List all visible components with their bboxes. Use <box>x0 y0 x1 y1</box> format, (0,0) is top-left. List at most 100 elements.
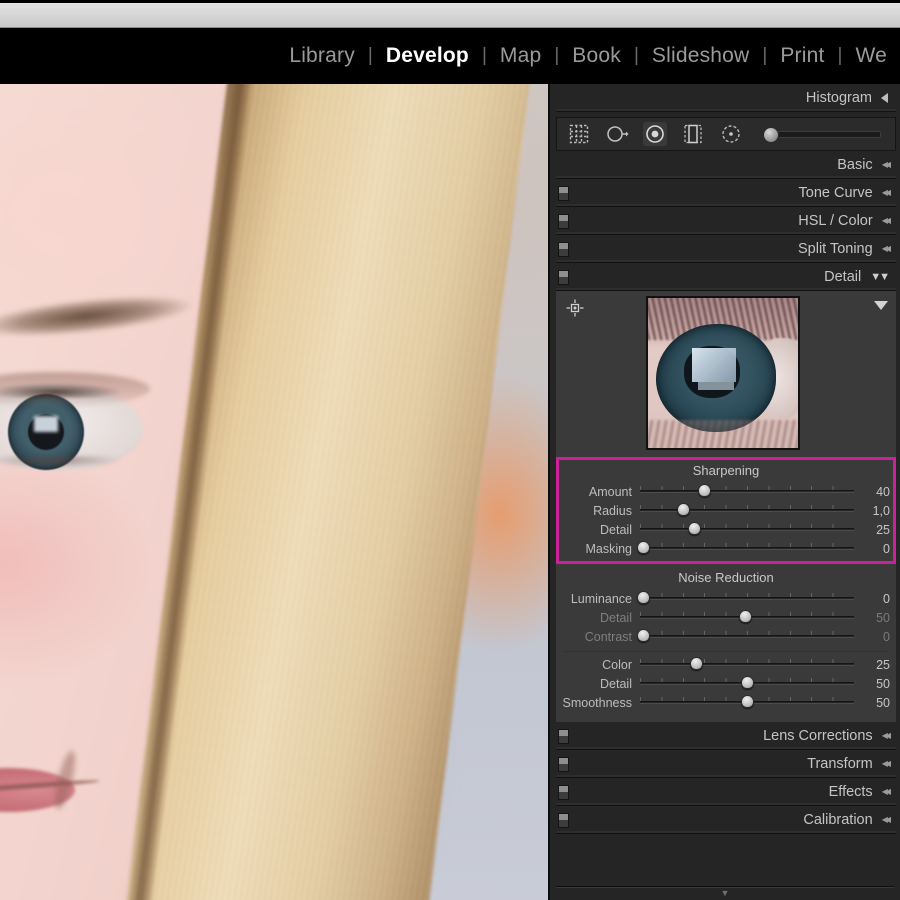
slider-row-smoothness[interactable]: Smoothness 50 <box>556 693 896 712</box>
slider-track-wrap[interactable] <box>637 539 854 558</box>
panel-switch-detail[interactable] <box>558 270 569 285</box>
slider-row-amount[interactable]: Amount 40 <box>556 482 896 501</box>
crop-overlay-tool[interactable] <box>567 122 591 146</box>
slider-track[interactable] <box>640 528 854 531</box>
panel-collapse-chevron[interactable]: ▼ <box>550 888 900 898</box>
chevron-collapsed-icon[interactable]: ◀◀ <box>882 216 891 225</box>
panel-switch-effects[interactable] <box>558 785 569 800</box>
chevron-collapsed-icon[interactable]: ◀◀ <box>882 759 891 768</box>
panel-header-basic[interactable]: Basic ◀◀ <box>556 151 896 179</box>
slider-track-wrap[interactable] <box>637 627 854 646</box>
slider-track-wrap[interactable] <box>640 608 854 627</box>
brush-slider-track[interactable] <box>775 131 881 138</box>
module-develop[interactable]: Develop <box>373 44 482 68</box>
slider-track[interactable] <box>640 635 854 638</box>
slider-row-masking[interactable]: Masking 0 <box>556 539 896 558</box>
slider-track[interactable] <box>640 597 854 600</box>
panel-label-transform: Transform <box>807 755 873 772</box>
chevron-collapsed-icon[interactable]: ◀◀ <box>882 244 891 253</box>
slider-row-contrast[interactable]: Contrast 0 <box>556 627 896 646</box>
image-preview-area[interactable] <box>0 84 548 900</box>
slider-track[interactable] <box>640 547 854 550</box>
slider-knob-detail[interactable] <box>687 522 701 535</box>
module-picker-bar: Library | Develop | Map | Book | Slideshow | Print… <box>0 28 900 84</box>
slider-track-wrap[interactable] <box>640 482 854 501</box>
module-book[interactable]: Book <box>559 44 634 68</box>
module-map[interactable]: Map <box>487 44 554 68</box>
slider-value-luminance[interactable]: 0 <box>854 592 890 606</box>
slider-track-wrap[interactable] <box>640 520 854 539</box>
slider-knob-radius[interactable] <box>676 503 690 516</box>
chevron-down-icon[interactable]: ▼▼ <box>870 271 890 283</box>
slider-value-smoothness[interactable]: 50 <box>854 696 890 710</box>
panel-switch-calibration[interactable] <box>558 813 569 828</box>
slider-value-masking[interactable]: 0 <box>854 542 890 556</box>
slider-knob-color[interactable] <box>689 657 703 670</box>
panel-switch-transform[interactable] <box>558 757 569 772</box>
triangle-left-icon[interactable] <box>881 92 888 103</box>
slider-value-color[interactable]: 25 <box>854 658 890 672</box>
chevron-collapsed-icon[interactable]: ◀◀ <box>882 160 891 169</box>
graduated-filter-icon <box>684 124 702 144</box>
slider-track[interactable] <box>640 509 854 512</box>
chevron-collapsed-icon[interactable]: ◀◀ <box>882 787 891 796</box>
graduated-filter-tool[interactable] <box>681 122 705 146</box>
detail-preview-thumbnail[interactable] <box>646 296 800 450</box>
slider-track-wrap[interactable] <box>637 589 854 608</box>
chevron-collapsed-icon[interactable]: ◀◀ <box>882 731 891 740</box>
slider-row-luminance[interactable]: Luminance 0 <box>556 589 896 608</box>
panel-header-effects[interactable]: Effects ◀◀ <box>556 778 896 806</box>
module-slideshow[interactable]: Slideshow <box>639 44 763 68</box>
chevron-collapsed-icon[interactable]: ◀◀ <box>882 188 891 197</box>
module-we[interactable]: We <box>842 44 900 68</box>
red-eye-correction-tool[interactable] <box>643 122 667 146</box>
panel-header-lens-corrections[interactable]: Lens Corrections ◀◀ <box>556 722 896 750</box>
target-adjustment-icon[interactable] <box>566 299 584 317</box>
panel-header-detail[interactable]: Detail ▼▼ <box>556 263 896 291</box>
slider-knob-detail[interactable] <box>738 610 752 623</box>
slider-value-detail[interactable]: 50 <box>854 677 890 691</box>
panel-header-tone-curve[interactable]: Tone Curve ◀◀ <box>556 179 896 207</box>
panel-header-split-toning[interactable]: Split Toning ◀◀ <box>556 235 896 263</box>
module-print[interactable]: Print <box>767 44 837 68</box>
slider-value-detail[interactable]: 25 <box>854 523 890 537</box>
slider-value-radius[interactable]: 1,0 <box>854 504 890 518</box>
chevron-collapsed-icon[interactable]: ◀◀ <box>882 815 891 824</box>
panel-header-transform[interactable]: Transform ◀◀ <box>556 750 896 778</box>
panel-switch-lens-corrections[interactable] <box>558 729 569 744</box>
slider-knob-detail[interactable] <box>741 676 754 689</box>
brush-slider-knob[interactable] <box>763 127 779 143</box>
slider-track-wrap[interactable] <box>640 693 854 712</box>
panel-switch-split-toning[interactable] <box>558 242 569 257</box>
slider-knob-smoothness[interactable] <box>741 695 754 708</box>
slider-row-color[interactable]: Color 25 <box>556 655 896 674</box>
slider-track[interactable] <box>640 490 854 493</box>
slider-knob-masking[interactable] <box>637 541 651 554</box>
slider-track[interactable] <box>640 663 854 666</box>
module-library[interactable]: Library <box>276 44 368 68</box>
panel-header-histogram[interactable]: Histogram <box>556 84 896 112</box>
panel-switch-tone-curve[interactable] <box>558 186 569 201</box>
slider-row-radius[interactable]: Radius 1,0 <box>556 501 896 520</box>
triangle-down-icon[interactable] <box>874 301 888 310</box>
spot-removal-tool[interactable] <box>605 122 629 146</box>
slider-value-amount[interactable]: 40 <box>854 485 890 499</box>
adjustment-brush-tool[interactable] <box>763 124 885 144</box>
slider-row-detail[interactable]: Detail 50 <box>556 674 896 693</box>
panel-switch-hsl-color[interactable] <box>558 214 569 229</box>
slider-knob-luminance[interactable] <box>637 591 651 604</box>
slider-track-wrap[interactable] <box>640 674 854 693</box>
slider-knob-amount[interactable] <box>698 484 712 497</box>
slider-row-detail[interactable]: Detail 25 <box>556 520 896 539</box>
slider-value-contrast[interactable]: 0 <box>854 630 890 644</box>
radial-filter-tool[interactable] <box>719 122 743 146</box>
slider-value-detail[interactable]: 50 <box>854 611 890 625</box>
panel-header-hsl-color[interactable]: HSL / Color ◀◀ <box>556 207 896 235</box>
slider-knob-contrast[interactable] <box>637 629 651 642</box>
slider-track-wrap[interactable] <box>640 655 854 674</box>
noise-reduction-title: Noise Reduction <box>678 570 774 585</box>
slider-track-wrap[interactable] <box>640 501 854 520</box>
slider-row-detail[interactable]: Detail 50 <box>556 608 896 627</box>
photo-catchlight <box>34 416 58 432</box>
panel-header-calibration[interactable]: Calibration ◀◀ <box>556 806 896 834</box>
